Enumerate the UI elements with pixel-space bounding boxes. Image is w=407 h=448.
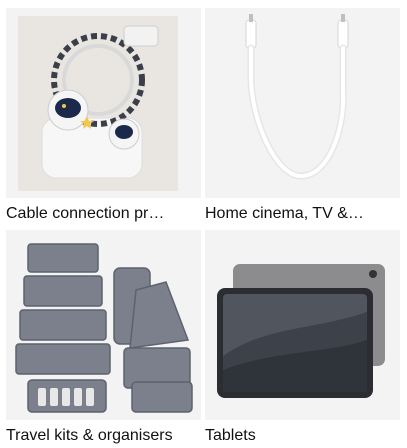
packing-cubes-image[interactable] bbox=[6, 230, 201, 420]
category-tile-label[interactable]: Home cinema, TV &… bbox=[205, 204, 400, 224]
category-tile-travel-kits[interactable]: Travel kits & organisers bbox=[6, 230, 201, 446]
category-tile-label[interactable]: Travel kits & organisers bbox=[6, 426, 201, 446]
category-tile-label[interactable]: Tablets bbox=[205, 426, 400, 446]
category-tile-cable-connection[interactable]: Cable connection pr… bbox=[6, 8, 201, 224]
tablet-image[interactable] bbox=[205, 230, 400, 420]
category-tile-home-cinema[interactable]: Home cinema, TV &… bbox=[205, 8, 400, 224]
category-tile-label[interactable]: Cable connection pr… bbox=[6, 204, 201, 224]
usb-c-cable-image[interactable] bbox=[205, 8, 400, 198]
category-grid: Cable connection pr… Home cinema, TV &… bbox=[0, 0, 407, 448]
category-tile-tablets[interactable]: Tablets bbox=[205, 230, 400, 446]
cable-protector-image[interactable] bbox=[6, 8, 201, 198]
